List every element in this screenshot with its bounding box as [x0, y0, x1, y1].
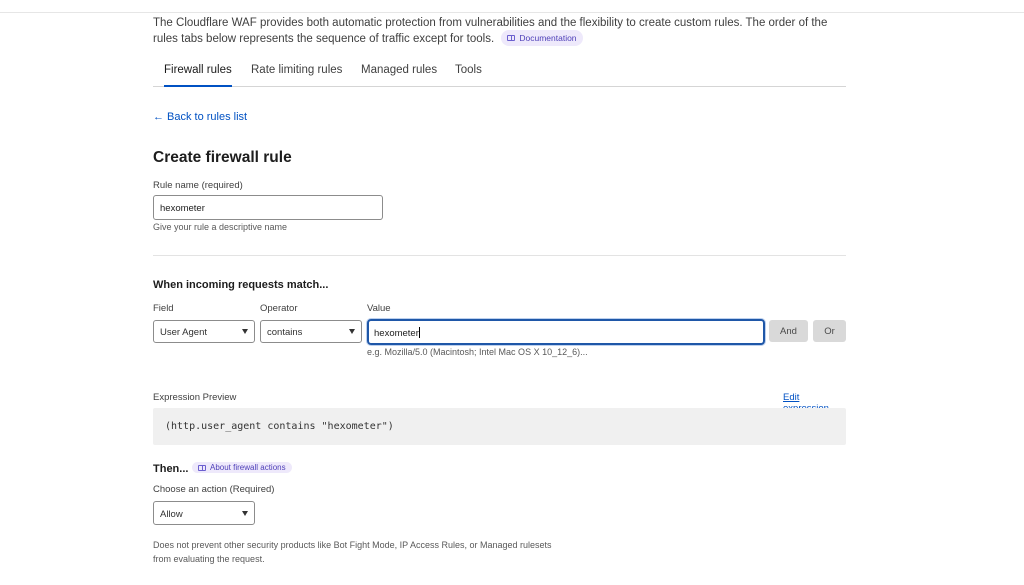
intro-description: The Cloudflare WAF provides both automat…: [153, 17, 828, 45]
value-input[interactable]: hexometer: [367, 319, 765, 345]
chevron-down-icon: [242, 329, 248, 334]
operator-select[interactable]: contains: [260, 320, 362, 343]
then-heading: Then...: [153, 463, 189, 475]
field-select-value: User Agent: [160, 327, 207, 338]
or-button[interactable]: Or: [813, 320, 846, 342]
top-divider: [0, 12, 1024, 13]
arrow-left-icon: ←: [153, 111, 164, 123]
operator-label: Operator: [260, 303, 298, 314]
field-label: Field: [153, 303, 174, 314]
chevron-down-icon: [349, 329, 355, 334]
tab-firewall-rules[interactable]: Firewall rules: [164, 64, 232, 87]
action-select[interactable]: Allow: [153, 501, 255, 525]
book-icon: [198, 464, 206, 471]
back-to-rules-link[interactable]: ← Back to rules list: [153, 111, 247, 123]
about-actions-label: About firewall actions: [210, 463, 286, 472]
operator-select-value: contains: [267, 327, 303, 338]
documentation-link[interactable]: Documentation: [501, 30, 583, 46]
action-label: Choose an action (Required): [153, 484, 275, 495]
rule-name-input[interactable]: hexometer: [153, 195, 383, 220]
match-heading: When incoming requests match...: [153, 279, 329, 291]
expression-preview-label: Expression Preview: [153, 392, 237, 403]
tab-tools[interactable]: Tools: [455, 64, 482, 87]
intro-text: The Cloudflare WAF provides both automat…: [153, 16, 846, 46]
page-title: Create firewall rule: [153, 149, 292, 166]
tab-rate-limiting-rules[interactable]: Rate limiting rules: [251, 64, 342, 87]
action-note: Does not prevent other security products…: [153, 540, 552, 564]
chevron-down-icon: [242, 511, 248, 516]
expression-preview: (http.user_agent contains "hexometer"): [153, 408, 846, 445]
value-label: Value: [367, 303, 391, 314]
tab-bar: Firewall rules Rate limiting rules Manag…: [153, 56, 846, 87]
documentation-label: Documentation: [519, 33, 577, 43]
about-firewall-actions-link[interactable]: About firewall actions: [192, 462, 292, 473]
text-cursor: [418, 327, 420, 338]
rule-name-label: Rule name (required): [153, 180, 243, 191]
value-input-text: hexometer: [374, 328, 419, 339]
section-divider: [153, 255, 846, 256]
value-hint: e.g. Mozilla/5.0 (Macintosh; Intel Mac O…: [367, 347, 588, 357]
back-link-label: Back to rules list: [167, 111, 248, 123]
field-select[interactable]: User Agent: [153, 320, 255, 343]
book-icon: [507, 35, 516, 41]
rule-name-hint: Give your rule a descriptive name: [153, 222, 288, 232]
and-button[interactable]: And: [769, 320, 808, 342]
tab-managed-rules[interactable]: Managed rules: [361, 64, 437, 87]
action-select-value: Allow: [160, 509, 183, 520]
